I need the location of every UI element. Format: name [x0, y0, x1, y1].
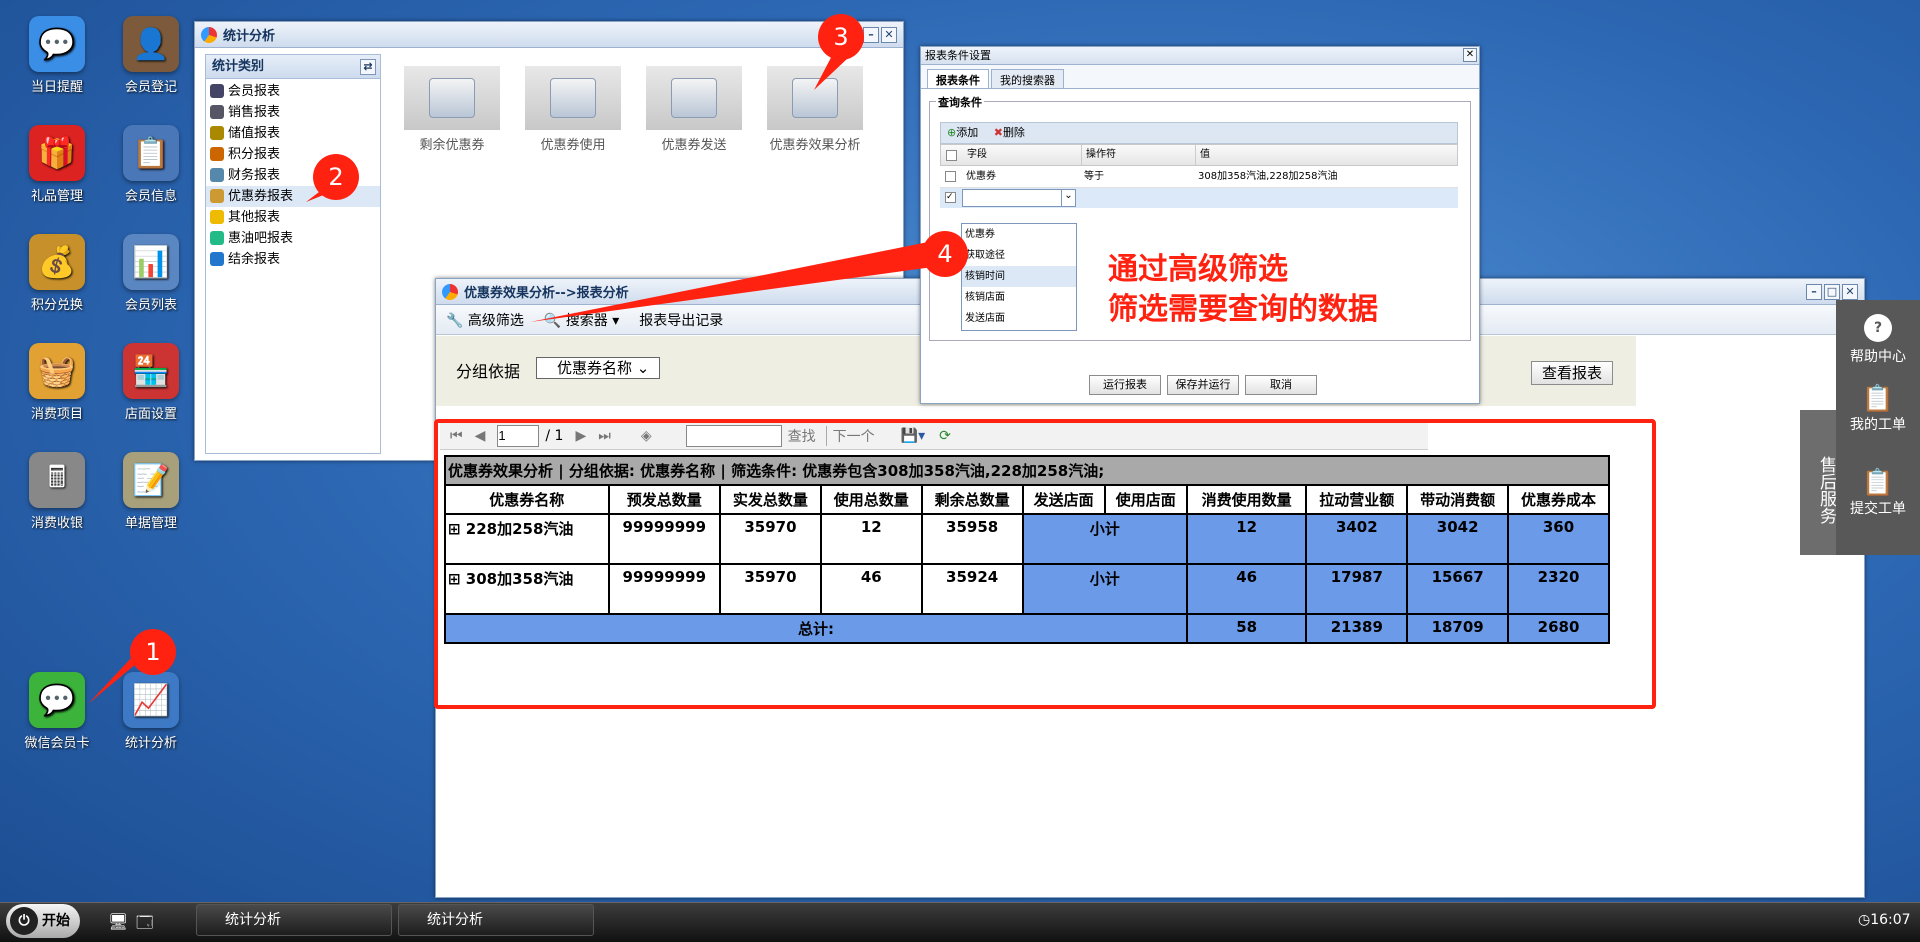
start-button[interactable]: ⏻ 开始: [6, 904, 80, 938]
quicklaunch-icon[interactable]: 🗔: [136, 912, 153, 939]
my-tickets-label: 我的工单: [1850, 417, 1906, 433]
service-tab[interactable]: 售后服务: [1800, 410, 1836, 555]
step-marker-2: 2: [313, 154, 359, 200]
step-marker-3: 3: [818, 14, 864, 60]
clipboard-icon: 📋: [1861, 468, 1895, 498]
my-tickets-item[interactable]: 📋 我的工单: [1836, 384, 1920, 468]
annotation-arrows: [88, 48, 940, 704]
quicklaunch-icon[interactable]: 🖥: [108, 912, 128, 931]
step-marker-1: 1: [130, 629, 176, 675]
clipboard-icon: 📋: [1861, 384, 1895, 414]
help-icon: ?: [1864, 314, 1892, 342]
help-center-item[interactable]: ? 帮助中心: [1836, 300, 1920, 384]
task-label: 统计分析: [427, 912, 483, 928]
clock: ◷16:07: [1858, 912, 1911, 928]
submit-ticket-label: 提交工单: [1850, 501, 1906, 517]
submit-ticket-item[interactable]: 📋 提交工单: [1836, 468, 1920, 552]
task-button-report[interactable]: 统计分析: [398, 904, 594, 936]
service-tab-label: 售后服务: [1816, 455, 1836, 524]
start-label: 开始: [42, 913, 70, 929]
task-button-stats[interactable]: 统计分析: [196, 904, 392, 936]
task-label: 统计分析: [225, 912, 281, 928]
clock-icon: ◷: [1858, 912, 1871, 928]
step-marker-4: 4: [922, 231, 968, 277]
clock-time: 16:07: [1870, 912, 1911, 928]
help-center-label: 帮助中心: [1850, 349, 1906, 365]
power-icon: ⏻: [10, 907, 38, 935]
service-panel: ? 帮助中心 📋 我的工单 📋 提交工单: [1836, 300, 1920, 555]
arrow-4: [530, 240, 940, 322]
